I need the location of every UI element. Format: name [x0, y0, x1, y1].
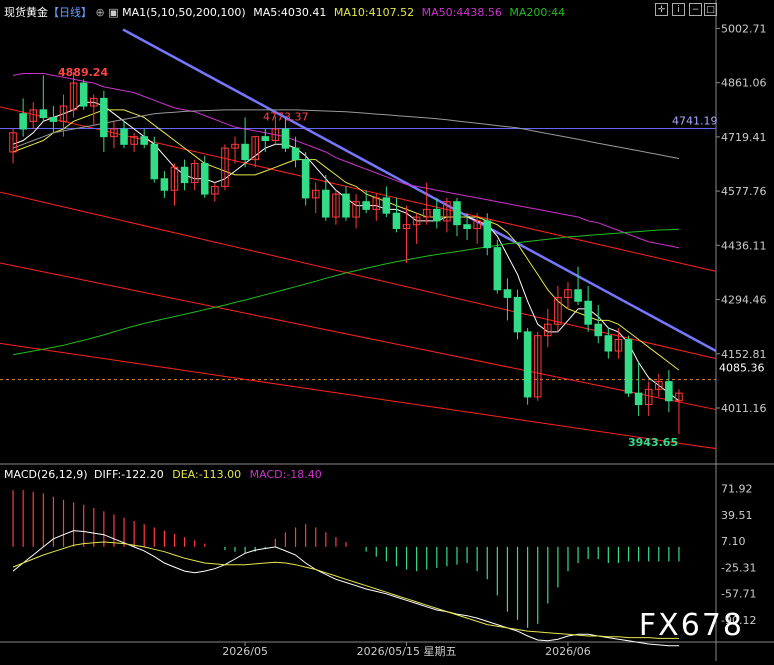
high-annotation-1: 4889.24	[58, 66, 108, 79]
chart-canvas: 5002.71 4861.06 4719.41 4577.76 4436.11 4294.…	[0, 0, 774, 661]
instrument-name: 现货黄金	[4, 6, 48, 19]
candle-body	[291, 147, 300, 161]
minimize-icon[interactable]: −	[689, 3, 702, 16]
macd-label: MACD(26,12,9)	[4, 468, 88, 481]
chart-stage: 5002.71 4861.06 4719.41 4577.76 4436.11 4294.…	[0, 0, 774, 661]
time-axis-label: 2026/05/15 星期五	[357, 645, 457, 658]
settings-icon[interactable]: ⊕	[96, 6, 105, 19]
candle-body	[281, 128, 290, 149]
horizontal-level-label: 4741.19	[672, 115, 718, 128]
candle-body	[493, 247, 502, 291]
candle-body	[301, 159, 310, 199]
candle-body	[463, 224, 471, 230]
candle-body	[594, 323, 603, 337]
macd-tick-label: 71.92	[721, 483, 753, 496]
candle-body	[39, 109, 48, 119]
watermark: FX678	[638, 608, 744, 643]
time-axis-label: 2026/06	[545, 645, 591, 658]
candle-body	[382, 197, 391, 214]
ma-edit-icon[interactable]: ▣	[108, 6, 118, 19]
time-axis-label: 2026/05	[222, 645, 268, 658]
price-tick-label: 4861.06	[721, 77, 767, 90]
candle-body	[261, 136, 270, 141]
candle-body	[624, 339, 633, 394]
chart-background	[0, 0, 774, 661]
candle-body	[200, 162, 209, 195]
candle-body	[604, 335, 613, 352]
candle-body	[322, 189, 330, 218]
period-selector[interactable]: 【日线】	[48, 6, 92, 19]
crosshair-icon[interactable]: ✛	[655, 3, 668, 16]
price-tick-label: 4011.16	[721, 402, 767, 415]
candle-body	[513, 296, 522, 333]
candle-body	[665, 381, 673, 402]
candle-body	[140, 136, 148, 145]
price-tick-label: 4294.46	[721, 294, 767, 307]
macd-tick-label: -25.31	[721, 561, 756, 574]
candle-body	[100, 97, 108, 138]
candle-body	[362, 201, 370, 210]
candle-body	[523, 331, 532, 398]
macd-tick-label: 7.10	[721, 535, 746, 548]
candle-body	[160, 178, 169, 191]
price-tick-label: 4719.41	[721, 131, 767, 144]
candle-body	[392, 212, 401, 230]
macd-dea: DEA:-113.00	[172, 468, 242, 481]
high-annotation-2: 4773.37	[263, 110, 309, 123]
candle-body	[150, 143, 159, 180]
candle-body	[574, 289, 582, 302]
candle-body	[483, 220, 492, 249]
candle-body	[180, 166, 189, 184]
candle-body	[342, 193, 350, 218]
macd-value: MACD:-18.40	[249, 468, 322, 481]
candle-body	[503, 289, 512, 298]
candle-body	[453, 201, 461, 226]
chart-header: 现货黄金【日线】 ⊕ ▣ MA1(5,10,50,200,100) MA5:40…	[4, 4, 565, 20]
low-annotation: 3943.65	[628, 436, 678, 449]
candle-body	[120, 128, 128, 145]
price-tick-label: 4436.11	[721, 239, 767, 252]
candle-body	[433, 208, 441, 222]
macd-tick-label: 39.51	[721, 509, 753, 522]
ma50-value: MA50:4438.56	[421, 6, 502, 19]
macd-header: MACD(26,12,9) DIFF:-122.20 DEA:-113.00 M…	[4, 468, 322, 481]
ma5-value: MA5:4030.41	[253, 6, 327, 19]
candle-body	[49, 117, 58, 122]
candle-body	[584, 300, 592, 325]
ma10-value: MA10:4107.52	[333, 6, 415, 19]
price-tick-label: 5002.71	[721, 22, 767, 35]
maximize-icon[interactable]: □	[704, 3, 717, 16]
price-tick-label: 4152.81	[721, 348, 767, 361]
candle-body	[634, 392, 643, 406]
ma-label: MA1(5,10,50,200,100)	[122, 6, 246, 19]
price-tick-label: 4577.76	[721, 185, 767, 198]
ma200-value: MA200:44	[509, 6, 566, 19]
macd-diff: DIFF:-122.20	[94, 468, 164, 481]
macd-tick-label: -57.71	[721, 588, 756, 601]
candle-body	[241, 143, 249, 161]
candle-body	[79, 82, 88, 107]
candle-body	[19, 113, 27, 130]
current-price-label: 4085.36	[719, 362, 765, 375]
info-icon[interactable]: i	[672, 3, 685, 16]
